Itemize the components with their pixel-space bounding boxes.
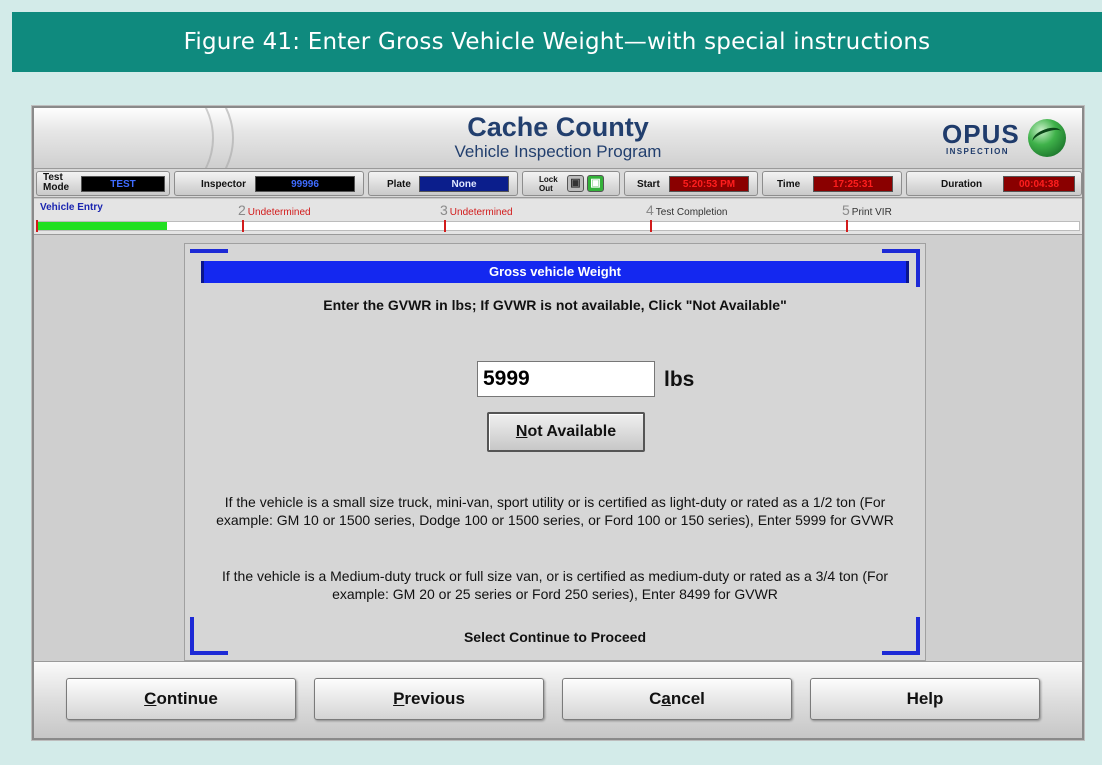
app-window: Cache County Vehicle Inspection Program … [32,106,1084,740]
test-mode-value: TEST [81,176,165,192]
logo-subtext: INSPECTION [946,147,1009,156]
plate-value: None [419,176,509,192]
dialog-title: Gross vehicle Weight [201,261,909,283]
not-available-button[interactable]: Not Available [487,412,645,452]
logo-text: OPUS [942,119,1020,149]
lock-out-panel: Lock Out ▣ ▣ [522,171,620,196]
unit-label: lbs [664,368,695,391]
instruction-medium-duty: If the vehicle is a Medium-duty truck or… [221,568,889,602]
time-panel: Time 17:25:31 [762,171,902,196]
start-label: Start [637,179,660,190]
app-title-main: Cache County [467,112,649,142]
time-value: 17:25:31 [813,176,893,192]
instruction-light-duty: If the vehicle is a small size truck, mi… [216,494,894,528]
progress-fill [37,222,167,230]
inspector-label: Inspector [201,179,247,190]
inspector-panel: Inspector 99996 [174,171,364,196]
status-bar: Test Mode TEST Inspector 99996 Plate Non… [34,169,1082,198]
continue-button[interactable]: Continue [66,678,296,720]
duration-value: 00:04:38 [1003,176,1075,192]
cancel-button[interactable]: Cancel [562,678,792,720]
duration-panel: Duration 00:04:38 [906,171,1082,196]
figure-caption: Figure 41: Enter Gross Vehicle Weight—wi… [12,12,1102,72]
progress-steps: Vehicle Entry 2 Undetermined 3 Undetermine… [34,199,1082,235]
step-marker [650,220,652,232]
plate-label: Plate [387,179,411,190]
lock-closed-icon[interactable]: ▣ [567,175,584,192]
gvwr-prompt: Enter the GVWR in lbs; If GVWR is not av… [323,297,787,313]
step-vehicle-entry: Vehicle Entry [40,202,103,213]
title-bar: Cache County Vehicle Inspection Program … [34,108,1082,169]
start-panel: Start 5:20:53 PM [624,171,758,196]
step-marker [444,220,446,232]
previous-button[interactable]: Previous [314,678,544,720]
test-mode-label: Test Mode [43,172,70,193]
button-bar: Continue Previous Cancel Help [34,661,1082,738]
lock-out-label: Lock Out [539,175,558,193]
time-label: Time [777,179,801,190]
lock-open-icon[interactable]: ▣ [587,175,604,192]
main-content: Gross vehicle Weight Enter the GVWR in l… [34,235,1082,661]
progress-track [36,221,1080,231]
step-2: 2 Undetermined [238,202,311,218]
inspector-value: 99996 [255,176,355,192]
opus-logo: OPUS INSPECTION [942,119,1066,159]
test-mode-panel: Test Mode TEST [36,171,170,196]
step-marker [242,220,244,232]
app-title-sub: Vehicle Inspection Program [454,142,662,161]
step-print-vir: 5 Print VIR [842,202,892,218]
duration-label: Duration [941,179,983,190]
gvwr-input[interactable] [477,361,655,397]
step-test-completion: 4 Test Completion [646,202,728,218]
start-value: 5:20:53 PM [669,176,749,192]
help-button[interactable]: Help [810,678,1040,720]
globe-icon [1028,119,1066,157]
step-3: 3 Undetermined [440,202,513,218]
plate-panel: Plate None [368,171,518,196]
step-marker [36,220,38,232]
dialog-footer: Select Continue to Proceed [463,629,647,645]
gvw-dialog: Gross vehicle Weight Enter the GVWR in l… [184,243,926,661]
app-title: Cache County Vehicle Inspection Program [34,112,1082,161]
step-marker [846,220,848,232]
